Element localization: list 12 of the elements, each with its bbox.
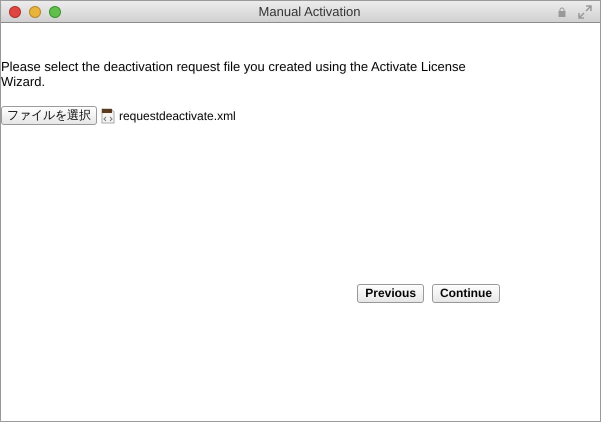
xml-file-icon xyxy=(101,108,115,124)
minimize-button[interactable] xyxy=(29,6,41,18)
file-name: requestdeactivate.xml xyxy=(119,108,236,124)
fullscreen-icon[interactable] xyxy=(578,4,592,18)
zoom-button[interactable] xyxy=(49,6,61,18)
wizard-button[interactable]: Previous xyxy=(357,284,424,303)
choose-file-button[interactable]: ファイルを選択 xyxy=(1,106,97,125)
instruction-text: Please select the deactivation request file you created using the Activate License Wizard. xyxy=(1,59,467,89)
lock-icon xyxy=(558,6,566,16)
wizard-button[interactable]: Continue xyxy=(432,284,500,303)
window-title: Manual Activation xyxy=(258,2,360,21)
close-button[interactable] xyxy=(9,6,21,18)
